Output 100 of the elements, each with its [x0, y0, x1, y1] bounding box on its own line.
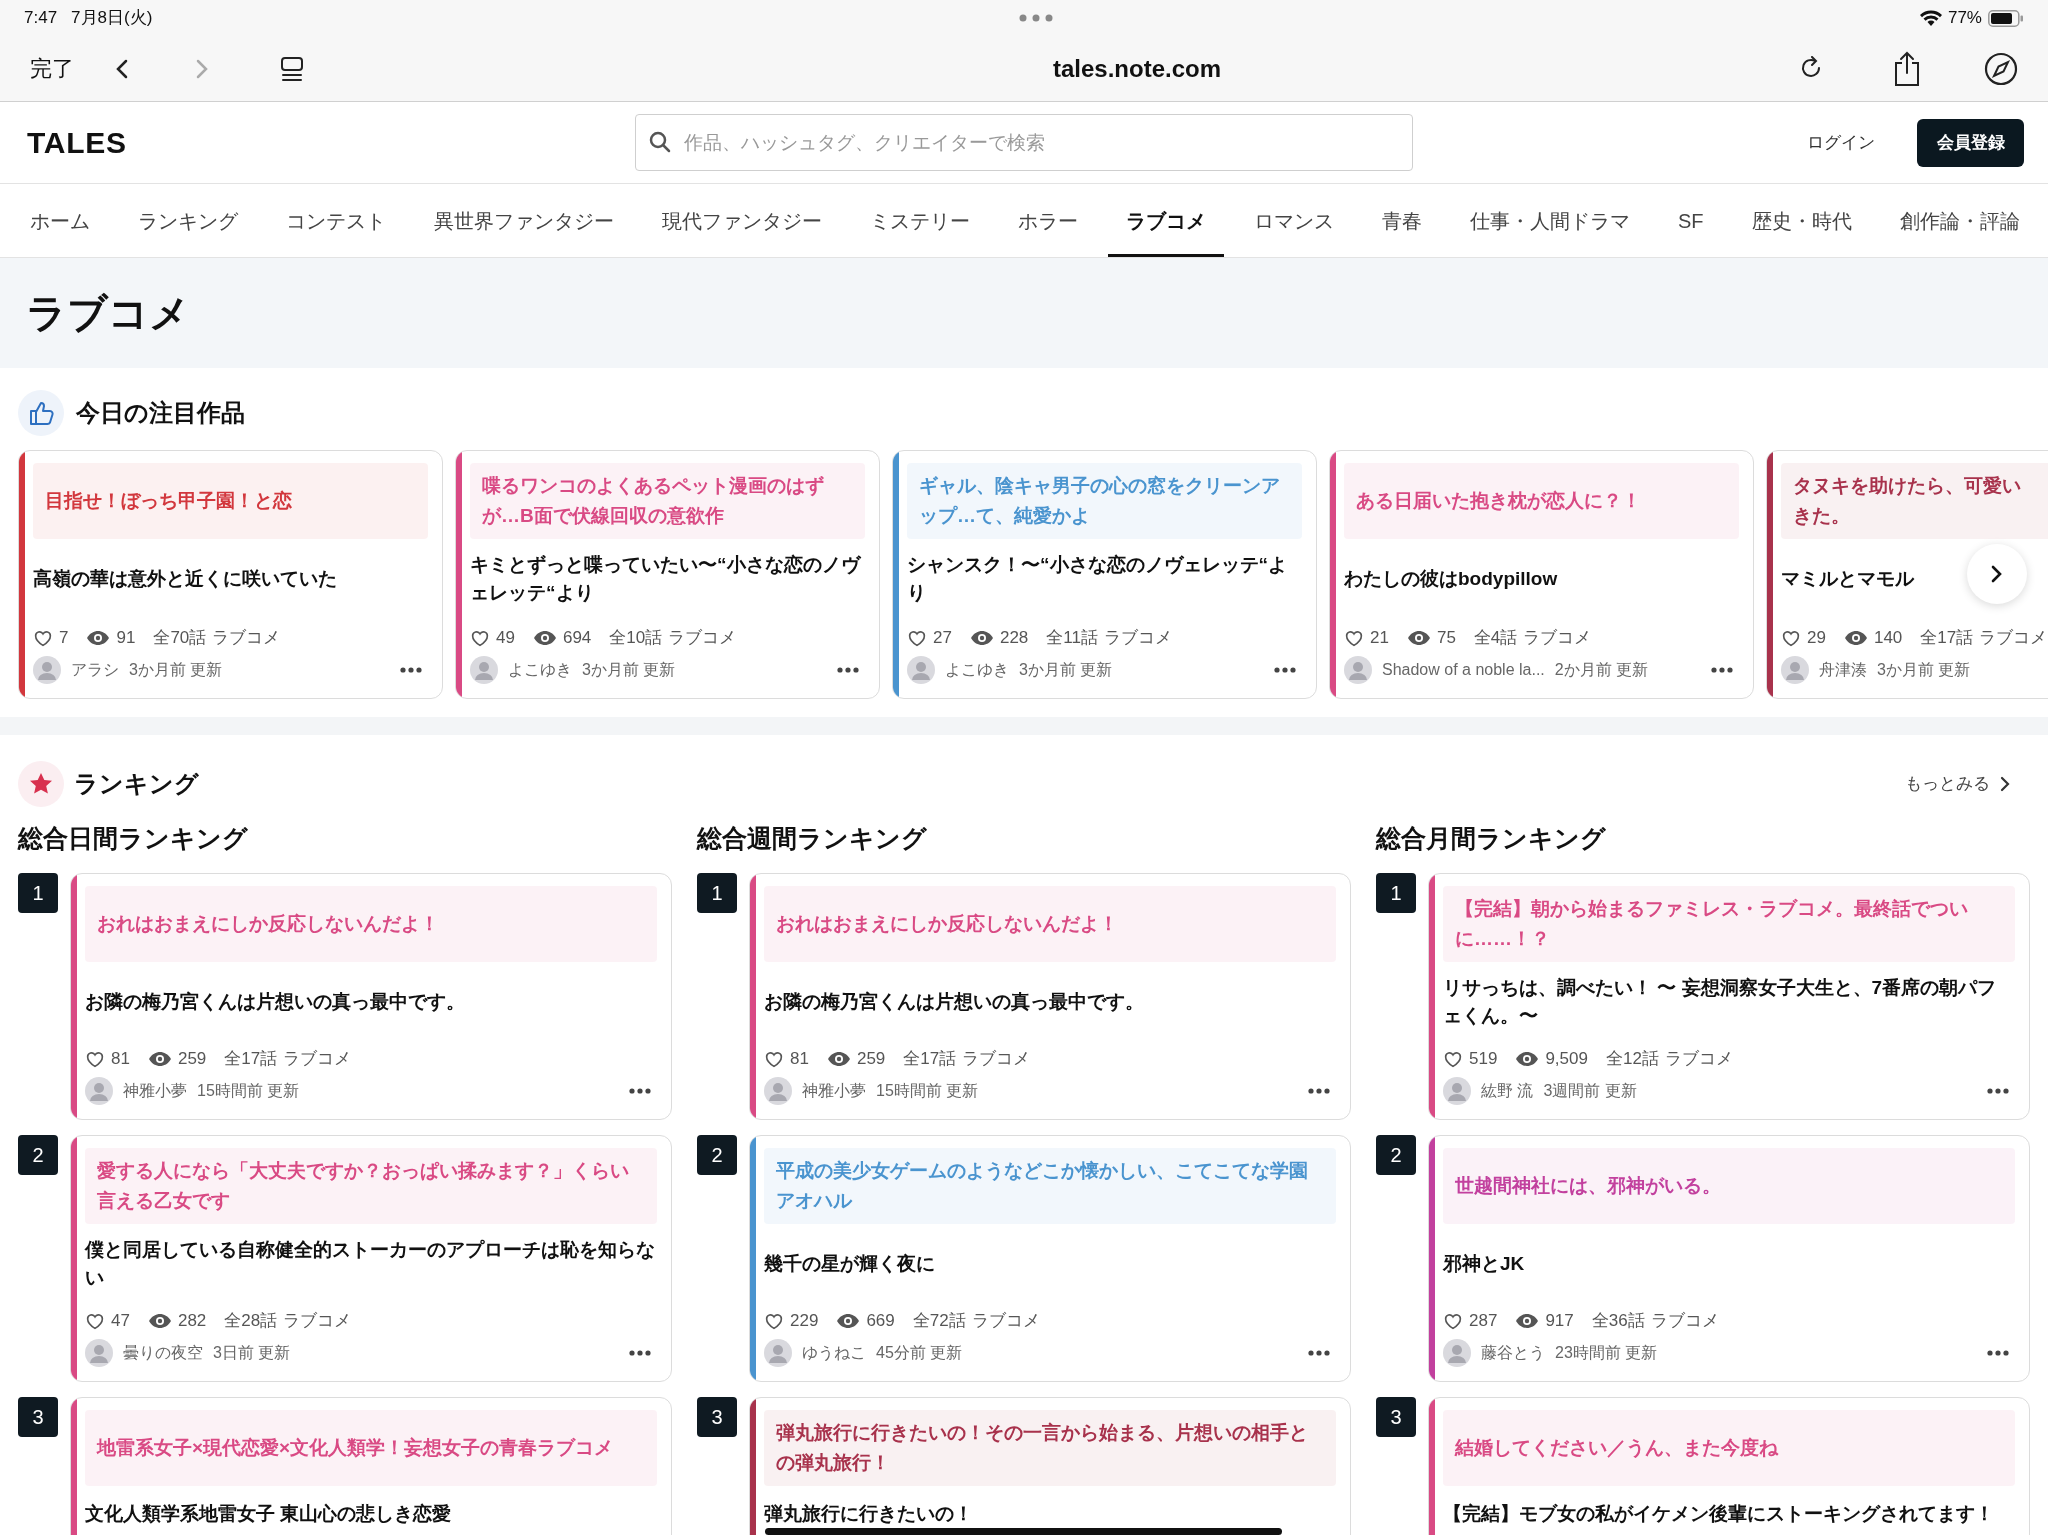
- work-title[interactable]: お隣の梅乃宮くんは片想いの真っ最中です。: [85, 988, 465, 1016]
- author-name[interactable]: 紘野 流: [1481, 1079, 1534, 1103]
- author-name[interactable]: ゆうねこ: [802, 1341, 866, 1365]
- category-tab[interactable]: ロマンス: [1236, 184, 1352, 257]
- work-card[interactable]: 【完結】朝から始まるファミレス・ラブコメ。最終話でついに……！？ リサっちは、調べたい！ 〜 妄想洞察女子大生と、7番席の朝パフェくん。〜 519 9,509 全12話 ラブコメ 紘野 流 3週間前 更新: [1428, 873, 2030, 1120]
- more-icon[interactable]: [1987, 1088, 2009, 1094]
- work-card[interactable]: 結婚してください／うん、また今度ね 【完結】モブ女の私がイケメン後輩にストーキングされてます！: [1428, 1397, 2030, 1535]
- author-name[interactable]: 藤谷とう: [1481, 1341, 1545, 1365]
- avatar: [1344, 656, 1372, 684]
- like-count: 29: [1807, 627, 1826, 650]
- more-icon[interactable]: [1274, 667, 1296, 673]
- category-tab[interactable]: ホーム: [12, 184, 108, 257]
- more-icon[interactable]: [1987, 1350, 2009, 1356]
- more-icon[interactable]: [837, 667, 859, 673]
- author-name[interactable]: 神雅小夢: [123, 1079, 187, 1103]
- work-card[interactable]: 喋るワンコのよくあるペット漫画のはずが…B面で伏線回収の意欲作 キミとずっと喋っていたい〜“小さな恋のノヴェレッテ“より 49 694 全10話 ラブコメ よこゆき 3か月前 更新: [455, 450, 880, 699]
- work-card[interactable]: 目指せ！ぼっち甲子園！と恋 高嶺の華は意外と近くに咲いていた 7 91 全70話 ラブコメ アラシ 3か月前 更新: [18, 450, 443, 699]
- section-heading: 今日の注目作品: [76, 398, 245, 428]
- category-tab[interactable]: 創作論・評論: [1881, 184, 2038, 257]
- work-card[interactable]: おれはおまえにしか反応しないんだよ！ お隣の梅乃宮くんは片想いの真っ最中です。 81 259 全17話 ラブコメ 神雅小夢 15時間前 更新: [70, 873, 672, 1120]
- done-button[interactable]: 完了: [30, 52, 74, 85]
- category-tab[interactable]: 仕事・人間ドラマ: [1452, 184, 1648, 257]
- author-name[interactable]: Shadow of a noble la...: [1382, 658, 1545, 682]
- work-title[interactable]: リサっちは、調べたい！ 〜 妄想洞察女子大生と、7番席の朝パフェくん。〜: [1443, 974, 2015, 1030]
- catch-copy: おれはおまえにしか反応しないんだよ！: [776, 912, 1118, 936]
- work-title[interactable]: シャンスク！〜“小さな恋のノヴェレッテ“より: [907, 551, 1302, 607]
- more-icon[interactable]: [1308, 1088, 1330, 1094]
- author-name[interactable]: よこゆき: [945, 658, 1009, 682]
- update-time: 3週間前 更新: [1543, 1081, 1637, 1101]
- rank-number: 2: [697, 1135, 737, 1175]
- category-tab[interactable]: 歴史・時代: [1733, 184, 1870, 257]
- category-tab[interactable]: コンテスト: [268, 184, 404, 257]
- genre-label: ラブコメ: [1979, 627, 2048, 650]
- share-icon[interactable]: [1892, 50, 1922, 87]
- work-title[interactable]: お隣の梅乃宮くんは片想いの真っ最中です。: [764, 988, 1144, 1016]
- update-time: 3日前 更新: [213, 1343, 291, 1363]
- heart-icon: [85, 1050, 105, 1068]
- author-name[interactable]: よこゆき: [508, 658, 572, 682]
- wifi-icon: [1919, 10, 1942, 26]
- category-tab[interactable]: 異世界ファンタジー: [416, 184, 632, 257]
- site-logo[interactable]: TALES: [27, 120, 635, 165]
- view-count: 75: [1436, 627, 1456, 650]
- category-tab[interactable]: SF: [1660, 184, 1722, 257]
- tabs-icon[interactable]: [280, 55, 304, 82]
- catch-copy: 弾丸旅行に行きたいの！その一言から始まる、片想いの相手との弾丸旅行！: [776, 1421, 1309, 1475]
- clock-time: 7:47: [24, 7, 58, 30]
- catch-copy: 喋るワンコのよくあるペット漫画のはずが…B面で伏線回収の意欲作: [482, 474, 825, 528]
- see-more-link[interactable]: もっとみる: [1905, 771, 2010, 797]
- work-card[interactable]: 弾丸旅行に行きたいの！その一言から始まる、片想いの相手との弾丸旅行！ 弾丸旅行に行きたいの！: [749, 1397, 1351, 1535]
- work-card[interactable]: ある日届いた抱き枕が恋人に？！ わたしの彼はbodypillow 21 75 全4話 ラブコメ Shadow of a noble la... 2か月前 更新: [1329, 450, 1754, 699]
- work-title[interactable]: 幾千の星が輝く夜に: [764, 1250, 935, 1278]
- author-name[interactable]: 舟津湊: [1819, 658, 1867, 682]
- episode-count: 全17話: [224, 1048, 278, 1071]
- work-title[interactable]: マミルとマモル: [1781, 565, 1914, 593]
- work-title[interactable]: 高嶺の華は意外と近くに咲いていた: [33, 565, 337, 593]
- author-name[interactable]: 曇りの夜空: [123, 1341, 203, 1365]
- work-card[interactable]: タヌキを助けたら、可愛い きた。 マミルとマモル 29 140 全17話 ラブコメ 舟津湊 3か月前 更新: [1766, 450, 2048, 699]
- update-time: 15時間前 更新: [876, 1081, 979, 1101]
- work-title[interactable]: 邪神とJK: [1443, 1250, 1525, 1278]
- like-count: 27: [933, 627, 952, 650]
- work-title[interactable]: 弾丸旅行に行きたいの！: [764, 1500, 973, 1528]
- multitask-dots-icon[interactable]: [1019, 14, 1054, 22]
- avatar: [85, 1339, 113, 1367]
- genre-label: ラブコメ: [283, 1310, 352, 1333]
- work-card[interactable]: 世越間神社には、邪神がいる。 邪神とJK 287 917 全36話 ラブコメ 藤谷とう 23時間前 更新: [1428, 1135, 2030, 1382]
- avatar: [33, 656, 61, 684]
- episode-count: 全72話: [912, 1310, 966, 1333]
- work-card[interactable]: ギャル、陰キャ男子の心の窓をクリーンアップ…て、純愛かよ シャンスク！〜“小さな恋のノヴェレッテ“より 27 228 全11話 ラブコメ よこゆき 3か月前 更新: [892, 450, 1317, 699]
- author-name[interactable]: アラシ: [71, 658, 119, 682]
- compass-icon[interactable]: [1984, 51, 2018, 86]
- category-tab[interactable]: 現代ファンタジー: [644, 184, 840, 257]
- more-icon[interactable]: [1711, 667, 1733, 673]
- category-tab[interactable]: 青春: [1364, 184, 1440, 257]
- more-icon[interactable]: [400, 667, 422, 673]
- work-card[interactable]: 愛する人になら「大丈夫ですか？おっぱい揉みます？」くらい言える乙女です 僕と同居している自称健全的ストーカーのアプローチは恥を知らない 47 282 全28話 ラブコメ 曇りの夜空 3日前 更新: [70, 1135, 672, 1382]
- like-count: 287: [1469, 1310, 1498, 1333]
- work-card[interactable]: 地雷系女子×現代恋愛×文化人類学！妄想女子の青春ラブコメ 文化人類学系地雷女子 東山心の悲しき恋愛: [70, 1397, 672, 1535]
- url-text[interactable]: tales.note.com: [882, 50, 1221, 87]
- category-tab[interactable]: ランキング: [120, 184, 256, 257]
- more-icon[interactable]: [629, 1088, 651, 1094]
- work-card[interactable]: 平成の美少女ゲームのようなどこか懐かしい、こてこてな学園アオハル 幾千の星が輝く夜に 229 669 全72話 ラブコメ ゆうねこ 45分前 更新: [749, 1135, 1351, 1382]
- more-icon[interactable]: [629, 1350, 651, 1356]
- work-title[interactable]: 文化人類学系地雷女子 東山心の悲しき恋愛: [85, 1500, 452, 1528]
- work-card[interactable]: おれはおまえにしか反応しないんだよ！ お隣の梅乃宮くんは片想いの真っ最中です。 81 259 全17話 ラブコメ 神雅小夢 15時間前 更新: [749, 873, 1351, 1120]
- update-time: 3か月前 更新: [1877, 660, 1971, 680]
- rank-number: 1: [18, 873, 58, 913]
- work-title[interactable]: わたしの彼はbodypillow: [1344, 565, 1558, 593]
- category-tab[interactable]: ホラー: [1000, 184, 1096, 257]
- catch-copy: ギャル、陰キャ男子の心の窓をクリーンアップ…て、純愛かよ: [919, 474, 1281, 528]
- search-field[interactable]: 作品、ハッシュタグ、クリエイターで検索: [635, 114, 1413, 171]
- login-link[interactable]: ログイン: [1807, 129, 1875, 156]
- signup-button[interactable]: 会員登録: [1917, 118, 2024, 167]
- work-title[interactable]: 【完結】モブ女の私がイケメン後輩にストーキングされてます！: [1443, 1500, 1994, 1528]
- work-title[interactable]: 僕と同居している自称健全的ストーカーのアプローチは恥を知らない: [85, 1236, 657, 1292]
- back-icon[interactable]: [114, 57, 130, 80]
- rank-number: 1: [1376, 873, 1416, 913]
- category-tab[interactable]: ミステリー: [852, 184, 988, 257]
- work-title[interactable]: キミとずっと喋っていたい〜“小さな恋のノヴェレッテ“より: [470, 551, 865, 607]
- author-name[interactable]: 神雅小夢: [802, 1079, 866, 1103]
- more-icon[interactable]: [1308, 1350, 1330, 1356]
